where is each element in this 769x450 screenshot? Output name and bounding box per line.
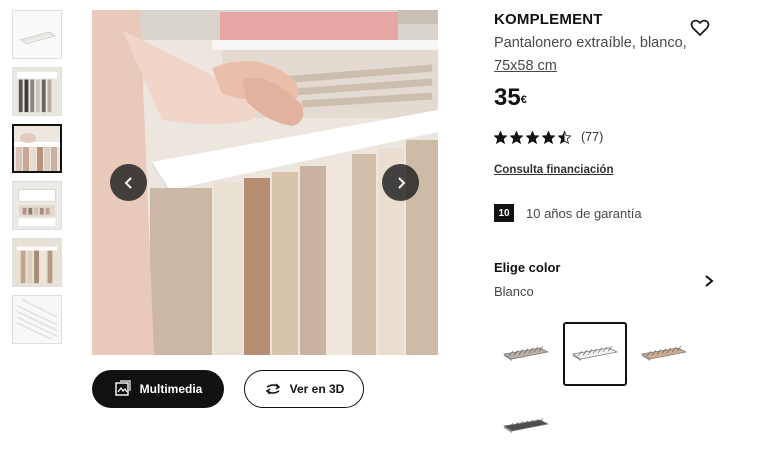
guarantee-text: 10 años de garantía: [526, 205, 642, 221]
star-icon: [494, 130, 507, 144]
price-value: 35: [494, 84, 521, 111]
color-swatch-oak[interactable]: [632, 322, 696, 386]
thumbnail-2[interactable]: [12, 67, 62, 116]
multimedia-button[interactable]: Multimedia: [92, 370, 224, 408]
thumbnail-list: [12, 10, 62, 352]
chevron-right-icon: [397, 176, 405, 189]
product-name: KOMPLEMENT: [494, 11, 603, 28]
star-icon: [558, 130, 571, 144]
product-rating[interactable]: (77): [494, 130, 603, 144]
pull-out-rack-icon: [572, 346, 619, 361]
rotate-3d-icon: [265, 383, 280, 395]
guarantee-badge: 10: [494, 204, 514, 222]
color-swatch-dark-grey[interactable]: [494, 394, 558, 450]
thumbnail-3[interactable]: [12, 124, 62, 173]
financing-link[interactable]: Consulta financiación: [494, 164, 614, 176]
thumbnail-5[interactable]: [12, 238, 62, 287]
pull-out-rack-icon: [503, 418, 550, 433]
price-currency: €: [520, 94, 527, 106]
pull-out-rack-icon: [641, 346, 688, 361]
product-description-text: Pantalonero extraíble, blanco,: [494, 35, 687, 51]
product-size-link[interactable]: 75x58 cm: [494, 58, 557, 74]
product-description: Pantalonero extraíble, blanco, 75x58 cm: [494, 32, 694, 78]
view-3d-button[interactable]: Ver en 3D: [244, 370, 364, 408]
multimedia-label: Multimedia: [139, 382, 203, 396]
chevron-right-icon: [705, 275, 714, 287]
thumbnail-6[interactable]: [12, 295, 62, 344]
guarantee-info: 10 10 años de garantía: [494, 204, 642, 222]
color-swatch-beige-stone[interactable]: [494, 322, 558, 386]
color-title: Elige color: [494, 260, 561, 275]
star-icon: [526, 130, 539, 144]
star-icon: [542, 130, 555, 144]
previous-image-button[interactable]: [110, 164, 147, 201]
product-price: 35€: [494, 84, 527, 112]
rating-stars: [494, 130, 571, 144]
rating-count: (77): [581, 130, 604, 144]
next-image-button[interactable]: [382, 164, 419, 201]
gallery-icon: [114, 380, 131, 396]
pull-out-rack-icon: [503, 346, 550, 361]
thumbnail-4[interactable]: [12, 181, 62, 230]
chevron-left-icon: [124, 176, 132, 189]
selected-color: Blanco: [494, 284, 534, 299]
view-3d-label: Ver en 3D: [289, 382, 345, 396]
thumbnail-1[interactable]: [12, 10, 62, 59]
star-icon: [510, 130, 523, 144]
color-swatch-white[interactable]: [563, 322, 627, 386]
color-selector[interactable]: Elige color Blanco: [494, 260, 716, 299]
